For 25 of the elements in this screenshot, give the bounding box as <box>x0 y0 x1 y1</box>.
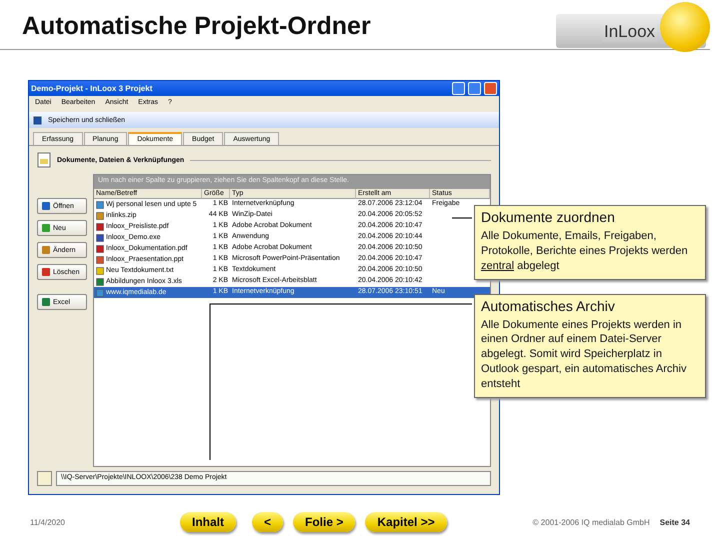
nav-button[interactable]: Kapitel >> <box>365 512 447 532</box>
nav-button[interactable]: Folie > <box>293 512 356 532</box>
save-icon <box>33 116 42 124</box>
square-icon <box>42 268 50 276</box>
logo: InLoox <box>556 2 710 52</box>
close-button[interactable] <box>484 82 497 95</box>
nav-button[interactable]: Inhalt <box>180 512 236 532</box>
slide-date: 11/4/2020 <box>30 518 66 526</box>
square-icon <box>42 224 50 232</box>
slide-title: Automatische Projekt-Ordner <box>22 12 371 41</box>
callout-title: Dokumente zuordnen <box>481 209 616 225</box>
document-icon <box>37 152 51 168</box>
maximize-button[interactable] <box>468 82 481 95</box>
square-icon <box>42 298 50 306</box>
callout-text: Alle Dokumente, Emails, Freigaben, Protokolle, Berichte eines Projekts werden zentral abgelegt <box>481 229 689 274</box>
square-icon <box>42 202 50 210</box>
callout-text: Alle Dokumente eines Projekts werden in einen Ordner auf einem Datei-Server abgelegt. Somit wird Speicherplatz in Outlook gespart, ein automatisches Archiv entsteht <box>481 318 688 392</box>
square-icon <box>42 246 50 254</box>
callout-title: Automatisches Archiv <box>481 298 616 314</box>
copyright: © 2001-2006 IQ medialab GmbH <box>532 518 650 526</box>
folder-button[interactable] <box>37 471 52 486</box>
window-title: Demo-Projekt - InLoox 3 Projekt <box>31 84 154 93</box>
page-number: Seite 34 <box>660 518 690 526</box>
nav-button[interactable]: < <box>252 512 284 532</box>
minimize-button[interactable] <box>452 82 465 95</box>
